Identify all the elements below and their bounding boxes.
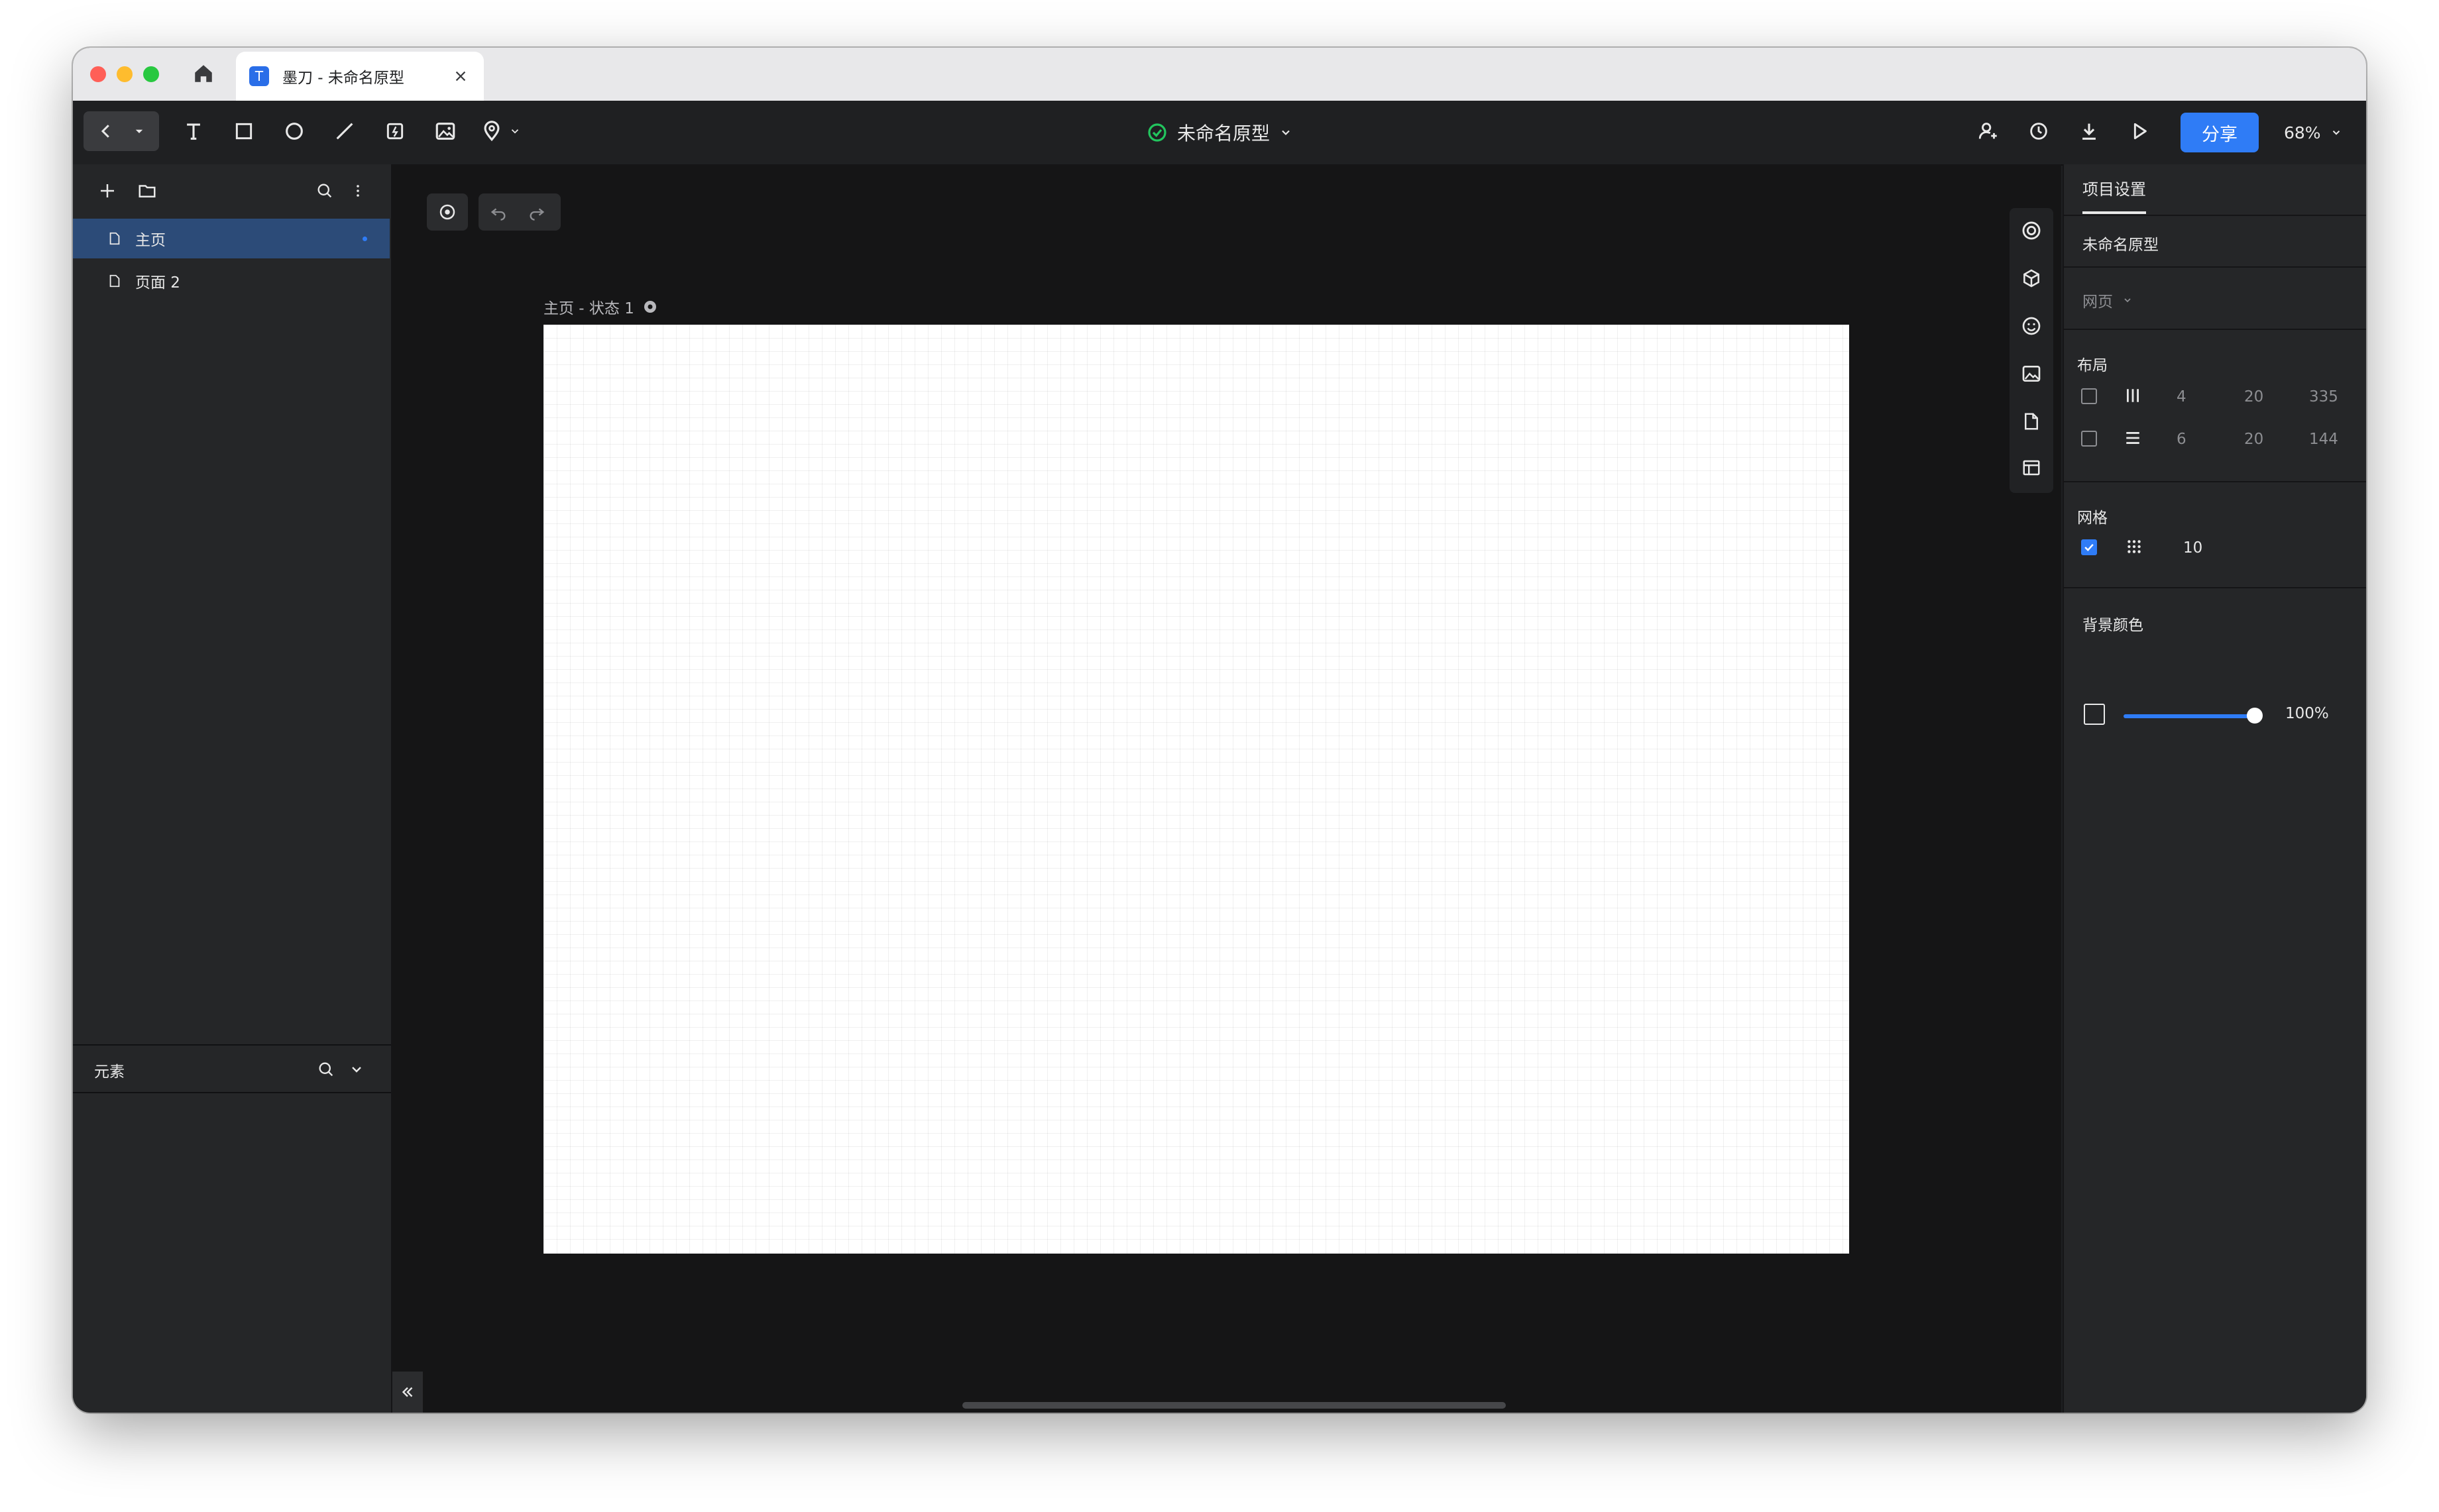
opacity-slider-handle[interactable] [2247, 708, 2263, 724]
columns-gutter[interactable]: 20 [2244, 388, 2263, 405]
undo-redo-group [479, 193, 561, 231]
opacity-slider-track[interactable] [2124, 714, 2252, 718]
elements-title: 元素 [94, 1063, 125, 1081]
image-tool-icon[interactable] [427, 113, 464, 150]
chevron-down-icon [1279, 126, 1292, 139]
line-tool-icon[interactable] [326, 113, 363, 150]
divider [2064, 266, 2366, 268]
more-options-icon[interactable] [345, 172, 371, 209]
minimize-window-button[interactable] [117, 66, 133, 82]
divider [2064, 587, 2366, 588]
divider [2064, 329, 2366, 330]
columns-count[interactable]: 4 [2177, 388, 2186, 405]
rows-count[interactable]: 6 [2177, 431, 2186, 448]
cube-components-icon[interactable] [2018, 265, 2045, 292]
rows-gutter[interactable]: 20 [2244, 431, 2263, 448]
divider [2064, 215, 2366, 216]
grid-size[interactable]: 10 [2183, 539, 2202, 557]
page-item-home[interactable]: 主页 [73, 219, 390, 258]
share-button[interactable]: 分享 [2181, 113, 2259, 152]
document-title: 未命名原型 [1177, 123, 1271, 144]
current-page-dot [363, 237, 367, 241]
opacity-value[interactable]: 100% [2285, 705, 2329, 722]
pages-sidebar: 主页 页面 2 元素 [73, 164, 392, 1413]
layout-template-icon[interactable] [2018, 455, 2045, 481]
chevron-down-icon [2122, 295, 2133, 305]
expand-elements-icon[interactable] [343, 1051, 370, 1088]
search-elements-icon[interactable] [313, 1051, 339, 1088]
collapse-sidebar-icon[interactable] [392, 1372, 423, 1413]
emoji-icon[interactable] [2018, 313, 2045, 339]
app-window: T 墨刀 - 未命名原型 未命名原型 分享 68% 主页 页面 2 元素 主页 … [73, 48, 2366, 1413]
page-icon [107, 231, 122, 246]
text-tool-icon[interactable] [175, 113, 212, 150]
grid-checkbox[interactable] [2081, 539, 2097, 555]
tab-project-settings[interactable]: 项目设置 [2082, 176, 2146, 214]
rows-height[interactable]: 144 [2309, 431, 2338, 448]
background-color-swatch[interactable] [2084, 704, 2105, 725]
device-type-dropdown[interactable]: 网页 [2082, 289, 2133, 311]
chevron-down-icon [2330, 127, 2342, 138]
component-tool-icon[interactable] [376, 113, 414, 150]
target-tool[interactable] [427, 193, 468, 231]
canvas-side-rail [2010, 208, 2053, 493]
settings-icon[interactable] [642, 299, 658, 315]
layout-title: 布局 [2077, 357, 2108, 374]
pin-tool-dropdown-icon[interactable] [505, 113, 525, 150]
search-pages-icon[interactable] [306, 172, 343, 209]
image-library-icon[interactable] [2018, 360, 2045, 387]
close-window-button[interactable] [90, 66, 106, 82]
main-toolbar: 未命名原型 分享 68% [73, 101, 2366, 166]
add-collaborator-icon[interactable] [1970, 113, 2007, 150]
page-icon [107, 274, 122, 288]
browser-titlebar: T 墨刀 - 未命名原型 [73, 48, 2366, 101]
background-color-title: 背景颜色 [2082, 617, 2143, 634]
tab-title: 墨刀 - 未命名原型 [282, 70, 404, 87]
project-settings-panel: 项目设置 未命名原型 网页 布局 4 20 335 6 20 144 网格 10… [2063, 164, 2366, 1413]
target-panel-icon[interactable] [2018, 217, 2045, 244]
home-icon[interactable] [192, 62, 215, 85]
layout-columns-checkbox[interactable] [2081, 388, 2097, 404]
columns-icon [2124, 387, 2142, 407]
maximize-window-button[interactable] [143, 66, 159, 82]
artboard-label[interactable]: 主页 - 状态 1 [543, 296, 658, 318]
pages-header [73, 164, 391, 217]
rectangle-tool-icon[interactable] [225, 113, 262, 150]
page-template-icon[interactable] [2018, 408, 2045, 435]
close-tab-icon[interactable] [451, 66, 471, 86]
page-item-label: 主页 [135, 232, 166, 249]
saved-status-icon [1147, 122, 1168, 143]
history-icon[interactable] [2020, 113, 2057, 150]
app-favicon-icon: T [249, 66, 269, 86]
divider [2064, 481, 2366, 482]
page-item-label: 页面 2 [135, 274, 180, 292]
page-item-page-2[interactable]: 页面 2 [73, 261, 390, 301]
artboard-name: 主页 - 状态 1 [543, 300, 634, 317]
download-icon[interactable] [2070, 113, 2108, 150]
target-icon [437, 202, 457, 222]
back-icon[interactable] [87, 113, 125, 150]
undo-icon[interactable] [489, 203, 508, 221]
layout-rows-checkbox[interactable] [2081, 431, 2097, 447]
zoom-dropdown[interactable]: 68% [2284, 114, 2342, 151]
artboard[interactable] [543, 325, 1849, 1254]
play-icon[interactable] [2121, 113, 2158, 150]
grid-title: 网格 [2077, 510, 2108, 527]
canvas-area[interactable]: 主页 - 状态 1 ? [392, 164, 2109, 1413]
add-page-icon[interactable] [89, 172, 126, 209]
columns-width[interactable]: 335 [2309, 388, 2338, 405]
zoom-level: 68% [2284, 123, 2321, 142]
ellipse-tool-icon[interactable] [276, 113, 313, 150]
elements-header: 元素 [73, 1044, 391, 1093]
rows-icon [2124, 429, 2142, 449]
back-history-dropdown-icon[interactable] [125, 113, 154, 150]
document-title-dropdown[interactable]: 未命名原型 [1147, 114, 1292, 151]
redo-icon[interactable] [528, 203, 546, 221]
horizontal-scrollbar[interactable] [962, 1402, 1506, 1409]
browser-tab[interactable]: T 墨刀 - 未命名原型 [236, 52, 484, 101]
project-name[interactable]: 未命名原型 [2082, 232, 2159, 254]
folder-icon[interactable] [129, 172, 166, 209]
grid-dots-icon [2125, 538, 2143, 558]
device-type: 网页 [2082, 294, 2113, 311]
